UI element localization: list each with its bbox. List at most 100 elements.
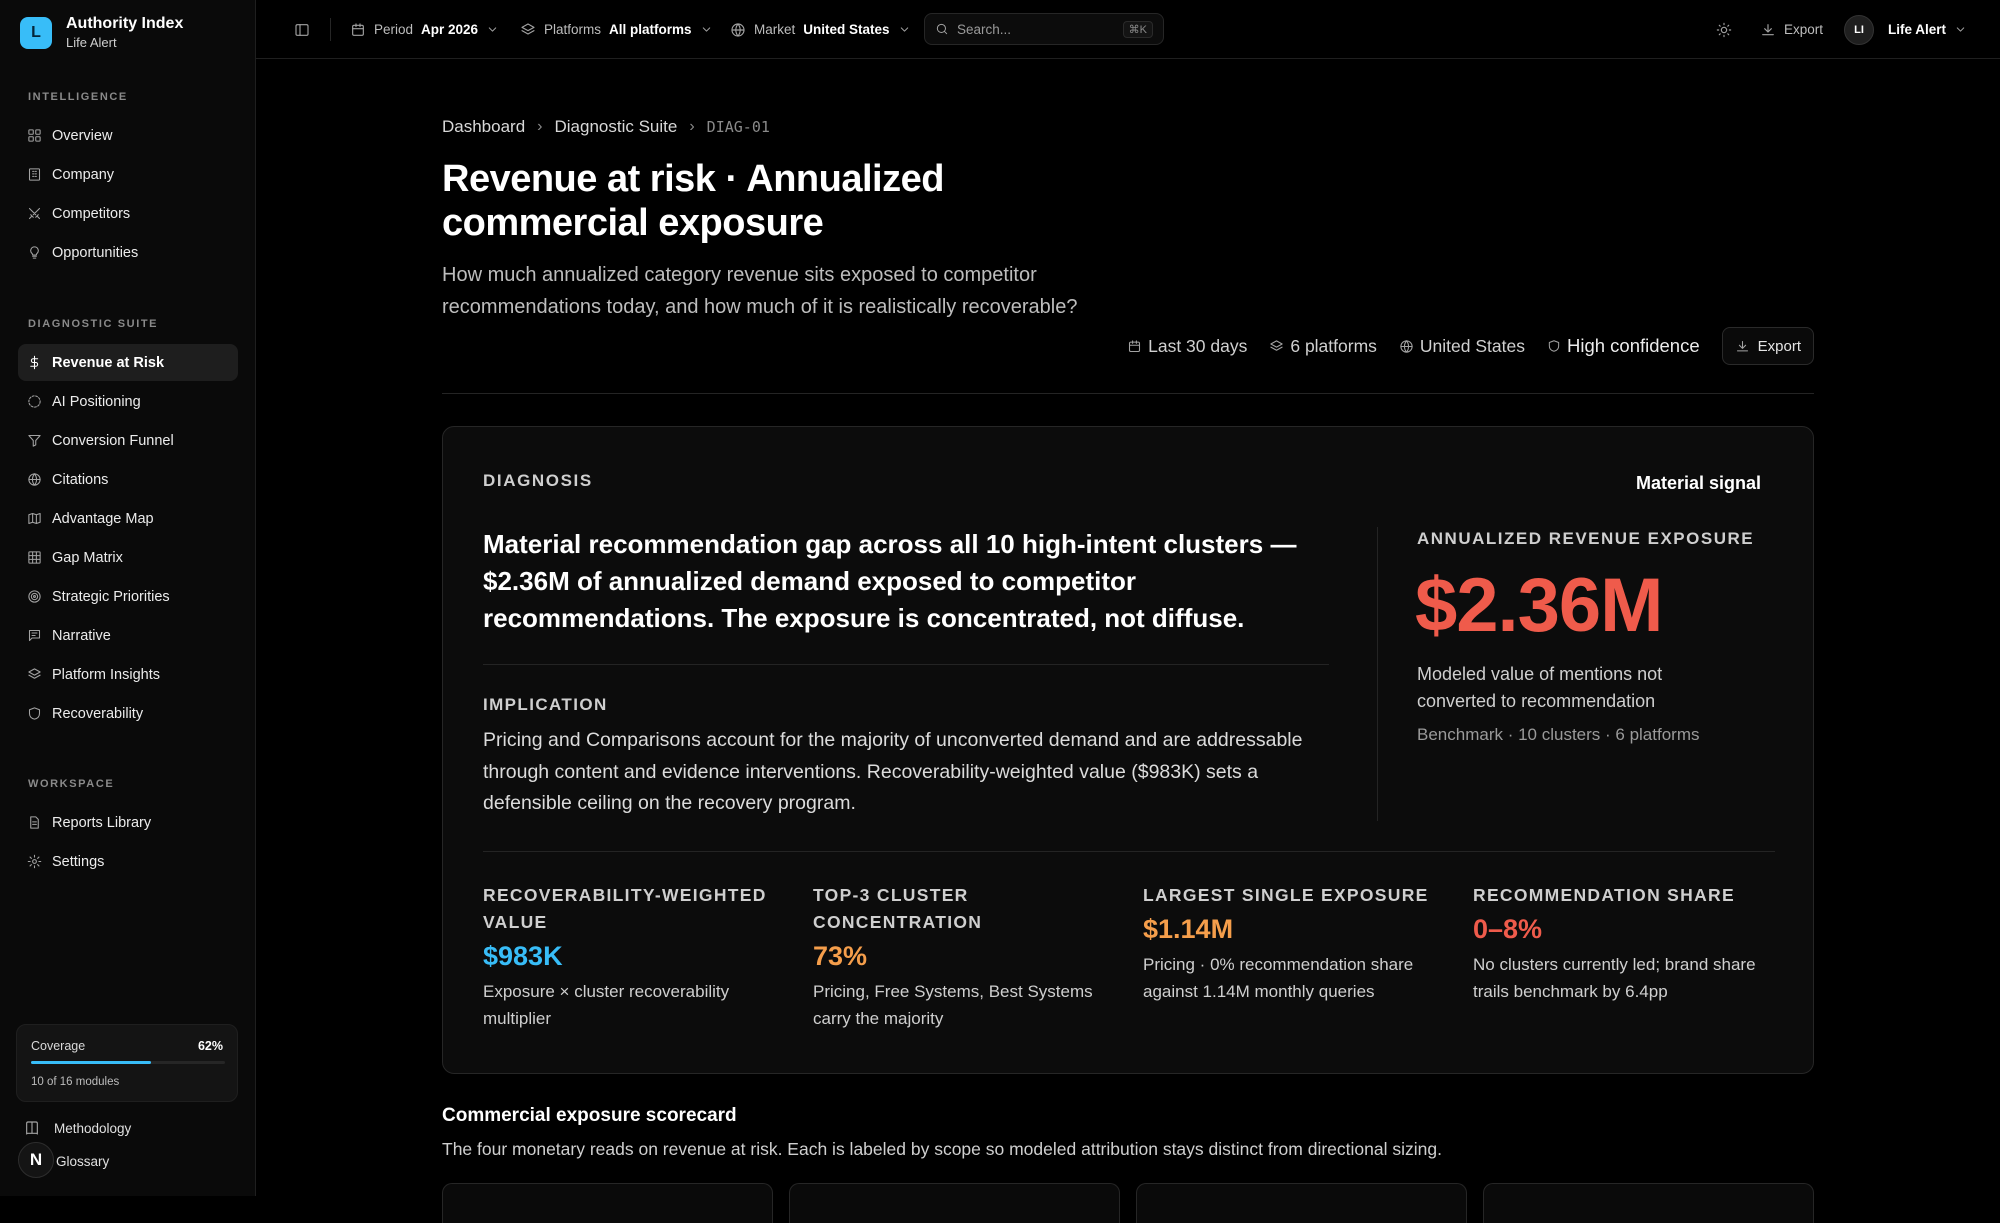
export-button[interactable]: Export — [1721, 327, 1814, 365]
sidebar-item-label: Revenue at Risk — [52, 354, 165, 371]
signal-badge: Material signal — [1635, 473, 1761, 493]
user-menu[interactable]: LI Life Alert — [1844, 0, 1967, 59]
layers-icon — [520, 22, 536, 38]
nav-section-workspace: WORKSPACE Reports Library Settings — [18, 778, 238, 882]
sidebar-item-overview[interactable]: Overview — [18, 117, 238, 154]
sidebar-item-reports-library[interactable]: Reports Library — [18, 804, 238, 841]
chevron-right-icon: › — [537, 118, 543, 135]
grid-icon — [27, 128, 42, 143]
sidebar-item-recoverability[interactable]: Recoverability — [18, 695, 238, 732]
breadcrumb-diagnostic-suite[interactable]: Diagnostic Suite — [555, 117, 678, 137]
table-icon — [27, 550, 42, 565]
sidebar-toggle-button[interactable] — [294, 0, 310, 59]
scorecard-card[interactable] — [1136, 1183, 1467, 1223]
methodology-label: Methodology — [54, 1120, 132, 1136]
sidebar-item-revenue-at-risk[interactable]: Revenue at Risk — [18, 344, 238, 381]
meta-confidence: High confidence — [1547, 335, 1700, 357]
brand[interactable]: L Authority Index Life Alert — [20, 14, 183, 52]
sidebar-item-label: Recoverability — [52, 705, 144, 722]
sidebar-item-narrative[interactable]: Narrative — [18, 617, 238, 654]
topbar-export-label: Export — [1784, 22, 1824, 37]
divider — [483, 664, 1329, 665]
user-name: Life Alert — [1888, 22, 1947, 37]
diagnosis-card: DIAGNOSIS Material signal Material recom… — [442, 426, 1814, 1074]
globe-icon — [730, 22, 746, 38]
brand-logo: L — [20, 17, 52, 49]
sidebar-item-platform-insights[interactable]: Platform Insights — [18, 656, 238, 693]
sidebar-item-label: Opportunities — [52, 244, 139, 261]
glossary-label: Glossary — [56, 1154, 110, 1169]
coverage-footer: 10 of 16 modules — [31, 1076, 120, 1088]
meta-platforms: 6 platforms — [1269, 336, 1377, 357]
globe-icon — [1399, 339, 1414, 354]
kpi-value: $1.14M — [1143, 914, 1234, 944]
map-icon — [27, 511, 42, 526]
implication-heading: IMPLICATION — [483, 695, 608, 714]
market-value: United States — [803, 22, 890, 37]
nav-heading: DIAGNOSTIC SUITE — [28, 318, 159, 330]
kpi-description: Exposure × cluster recoverability multip… — [483, 982, 730, 1028]
scorecard-card[interactable] — [1483, 1183, 1814, 1223]
nav-heading: INTELLIGENCE — [28, 91, 128, 103]
shield-icon — [1547, 339, 1561, 353]
implication-text: Pricing and Comparisons account for the … — [483, 729, 1303, 814]
period-selector[interactable]: Period Apr 2026 — [350, 0, 499, 59]
kpi-description: No clusters currently led; brand share t… — [1473, 955, 1756, 1001]
breadcrumb-dashboard[interactable]: Dashboard — [442, 117, 525, 137]
search-shortcut: ⌘K — [1122, 20, 1153, 38]
meta-market-label: United States — [1419, 335, 1525, 356]
sidebar-item-label: Gap Matrix — [52, 549, 123, 566]
market-selector[interactable]: Market United States — [730, 0, 911, 59]
scorecard-title: Commercial exposure scorecard — [442, 1105, 737, 1126]
topbar-export-button[interactable]: Export — [1760, 0, 1823, 59]
glossary-link[interactable]: Glossary — [56, 1154, 109, 1169]
coverage-label: Coverage — [31, 1039, 86, 1053]
sidebar-item-settings[interactable]: Settings — [18, 843, 238, 880]
sidebar-item-label: Settings — [52, 853, 105, 870]
breadcrumb: Dashboard › Diagnostic Suite › DIAG-01 — [442, 117, 770, 137]
coverage-progress-fill — [31, 1061, 152, 1064]
scorecard-card[interactable] — [789, 1183, 1120, 1223]
sidebar-item-gap-matrix[interactable]: Gap Matrix — [18, 539, 238, 576]
sidebar-item-competitors[interactable]: Competitors — [18, 195, 238, 232]
sidebar-item-conversion-funnel[interactable]: Conversion Funnel — [18, 422, 238, 459]
sidebar-item-strategic-priorities[interactable]: Strategic Priorities — [18, 578, 238, 615]
chevron-down-icon — [898, 23, 911, 36]
calendar-icon — [1127, 339, 1142, 354]
page-subtitle: How much annualized category revenue sit… — [442, 264, 1078, 318]
chevron-down-icon — [486, 23, 499, 36]
kpi-recoverability: RECOVERABILITY-WEIGHTED VALUE $983K Expo… — [483, 882, 783, 1032]
shield-icon — [27, 706, 42, 721]
methodology-link[interactable]: Methodology — [24, 1120, 131, 1136]
scorecard-card[interactable] — [442, 1183, 773, 1223]
sidebar-item-advantage-map[interactable]: Advantage Map — [18, 500, 238, 537]
search-input[interactable]: Search... ⌘K — [924, 13, 1164, 45]
kpi-value: 73% — [813, 941, 868, 971]
divider — [483, 851, 1775, 852]
sidebar-item-label: Company — [52, 166, 115, 183]
lightbulb-icon — [27, 245, 42, 260]
platforms-selector[interactable]: Platforms All platforms — [520, 0, 713, 59]
sidebar-item-label: Citations — [52, 471, 109, 488]
search-placeholder: Search... — [957, 21, 1012, 37]
sidebar-item-citations[interactable]: Citations — [18, 461, 238, 498]
exposure-benchmark: Benchmark · 10 clusters · 6 platforms — [1417, 725, 1700, 744]
sidebar-item-company[interactable]: Company — [18, 156, 238, 193]
sidebar-item-label: Strategic Priorities — [52, 588, 170, 605]
sun-icon — [1716, 22, 1732, 38]
coverage-percent: 62% — [197, 1039, 223, 1053]
meta-range: Last 30 days — [1127, 336, 1247, 357]
theme-toggle-button[interactable] — [1716, 0, 1732, 59]
sidebar-item-label: Platform Insights — [52, 666, 160, 683]
sidebar-item-opportunities[interactable]: Opportunities — [18, 234, 238, 271]
kpi-description: Pricing, Free Systems, Best Systems carr… — [813, 982, 1093, 1028]
n-logo-badge[interactable]: N — [18, 1142, 54, 1178]
kpi-recommendation-share: RECOMMENDATION SHARE 0–8% No clusters cu… — [1473, 882, 1773, 1005]
sidebar-item-label: AI Positioning — [52, 393, 141, 410]
kpi-description: Pricing · 0% recommendation share agains… — [1143, 955, 1414, 1001]
chevron-down-icon — [1954, 23, 1967, 36]
period-label: Period — [374, 22, 414, 37]
diagnosis-heading: DIAGNOSIS — [483, 471, 593, 490]
sidebar-item-ai-positioning[interactable]: AI Positioning — [18, 383, 238, 420]
brand-client: Life Alert — [66, 35, 117, 50]
